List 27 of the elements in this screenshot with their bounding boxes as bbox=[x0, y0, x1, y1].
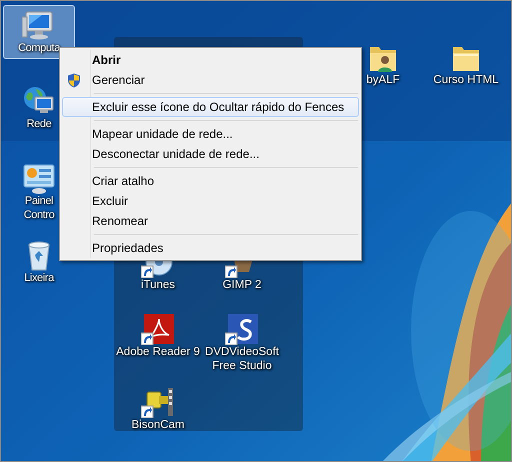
menu-item[interactable]: Desconectar unidade de rede... bbox=[62, 144, 359, 164]
icon-label[interactable]: Free Studio bbox=[212, 359, 272, 373]
icon-label[interactable]: Lixeira bbox=[24, 271, 54, 285]
menu-item[interactable]: Gerenciar bbox=[62, 70, 359, 90]
menu-item[interactable]: Mapear unidade de rede... bbox=[62, 124, 359, 144]
icon-label[interactable]: GIMP 2 bbox=[222, 278, 262, 292]
icon-label[interactable]: Computa bbox=[18, 41, 60, 55]
icon-label[interactable]: Curso HTML bbox=[433, 73, 499, 87]
menu-item[interactable]: Excluir esse ícone do Ocultar rápido do Fences bbox=[62, 97, 359, 117]
menu-item[interactable]: Excluir bbox=[62, 191, 359, 211]
menu-item[interactable]: Renomear bbox=[62, 211, 359, 231]
icon-label[interactable]: iTunes bbox=[140, 278, 176, 292]
icon-label[interactable]: Contro bbox=[24, 208, 54, 222]
icon-label[interactable]: BisonCam bbox=[131, 418, 185, 432]
icon-label[interactable]: byALF bbox=[366, 73, 400, 87]
shield-icon bbox=[67, 73, 81, 88]
menu-item[interactable]: Abrir bbox=[62, 50, 359, 70]
icon-label[interactable]: Painel bbox=[24, 194, 54, 208]
menu-item[interactable]: Criar atalho bbox=[62, 171, 359, 191]
icon-label[interactable]: Rede bbox=[26, 117, 52, 131]
menu-item[interactable]: Propriedades bbox=[62, 238, 359, 258]
icon-label[interactable]: DVDVideoSoft bbox=[205, 345, 279, 359]
control-panel-icon[interactable] bbox=[22, 162, 56, 194]
document-shortcut-icon[interactable] bbox=[141, 313, 175, 345]
app-shortcut-icon[interactable] bbox=[225, 313, 259, 345]
icon-label[interactable]: Adobe Reader 9 bbox=[116, 345, 200, 359]
camera-shortcut-icon[interactable] bbox=[141, 386, 175, 418]
